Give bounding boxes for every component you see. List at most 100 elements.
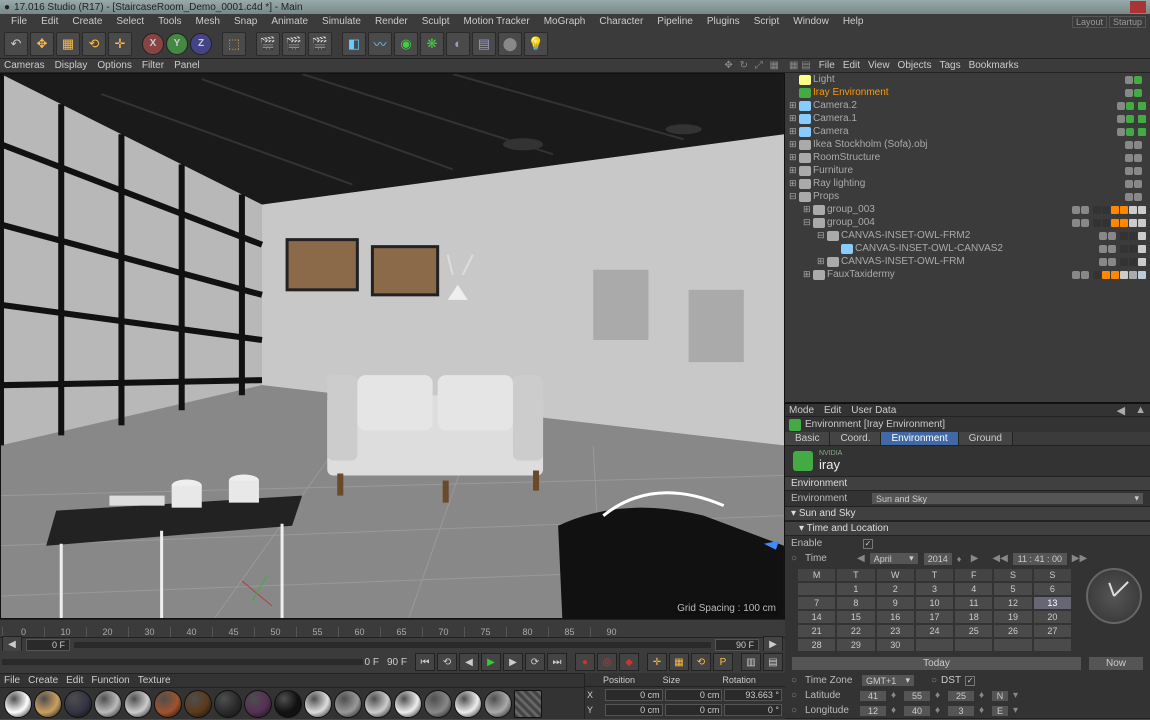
cal-day[interactable]: 17 (915, 610, 954, 624)
cal-day[interactable]: 7 (797, 596, 836, 610)
step-fwd-icon[interactable]: ⟳ (525, 653, 545, 671)
tag-icon[interactable] (1102, 271, 1110, 279)
cal-day[interactable]: 15 (836, 610, 875, 624)
render-view-icon[interactable]: 🎬 (256, 32, 280, 56)
object-name[interactable]: Light (813, 74, 1125, 85)
timeline-ruler[interactable]: 01020304045505560657075808590 (0, 619, 785, 637)
expand-icon[interactable]: ⊞ (789, 139, 799, 150)
coord-system-icon[interactable]: ⬚ (222, 32, 246, 56)
menu-file[interactable]: File (4, 16, 34, 27)
lon-min[interactable]: 40 (903, 705, 931, 717)
tag-icon[interactable] (1120, 258, 1128, 266)
dst-checkbox[interactable]: ✓ (965, 676, 975, 686)
layout-label[interactable]: Layout (1072, 16, 1107, 28)
lat-dir[interactable]: N (991, 690, 1009, 702)
playback-scrub[interactable] (2, 659, 363, 665)
undo-icon[interactable]: ↶ (4, 32, 28, 56)
cal-day[interactable]: 3 (915, 582, 954, 596)
visibility-dot[interactable] (1126, 128, 1134, 136)
expand-icon[interactable]: ⊞ (817, 256, 827, 267)
vp-filter[interactable]: Filter (142, 60, 164, 71)
time-field[interactable]: 11 : 41 : 00 (1012, 552, 1068, 566)
lat-sec[interactable]: 25 (947, 690, 975, 702)
expand-icon[interactable]: ⊞ (803, 269, 813, 280)
opt6-icon[interactable]: ▤ (763, 653, 783, 671)
cube-primitive-icon[interactable]: ◧ (342, 32, 366, 56)
tag-icon[interactable] (1129, 245, 1137, 253)
menu-render[interactable]: Render (368, 16, 415, 27)
object-row[interactable]: ⊞group_003 (785, 203, 1150, 216)
vp-panel[interactable]: Panel (174, 60, 200, 71)
opt3-icon[interactable]: ⟲ (691, 653, 711, 671)
opt1-icon[interactable]: ✛ (647, 653, 667, 671)
cal-day[interactable]: 24 (915, 624, 954, 638)
tag-icon[interactable] (1138, 271, 1146, 279)
mat-file[interactable]: File (4, 675, 20, 686)
material-ball[interactable] (304, 690, 332, 718)
object-name[interactable]: group_004 (827, 217, 1072, 228)
tag-icon[interactable] (1111, 219, 1119, 227)
visibility-dot[interactable] (1125, 193, 1133, 201)
object-row[interactable]: Iray Environment (785, 86, 1150, 99)
expand-icon[interactable]: ⊞ (803, 204, 813, 215)
tag-icon[interactable] (1129, 258, 1137, 266)
expand-icon[interactable]: ⊞ (789, 165, 799, 176)
visibility-dot[interactable] (1108, 245, 1116, 253)
attr-tab[interactable]: Environment (881, 432, 958, 445)
om-icons[interactable]: ▦ ▤ (789, 60, 811, 71)
tag-icon[interactable] (1111, 271, 1119, 279)
cal-day[interactable]: 22 (836, 624, 875, 638)
cal-day[interactable]: 9 (876, 596, 915, 610)
cal-day[interactable]: 20 (1033, 610, 1072, 624)
visibility-dot[interactable] (1134, 154, 1142, 162)
coord-y-pos[interactable]: 0 cm (605, 704, 663, 716)
record-icon[interactable]: ● (575, 653, 595, 671)
lat-min[interactable]: 55 (903, 690, 931, 702)
material-ball[interactable] (4, 690, 32, 718)
tz-dropdown[interactable]: GMT+1▾ (861, 674, 915, 687)
visibility-dot[interactable] (1072, 206, 1080, 214)
axis-z-toggle[interactable]: Z (190, 33, 212, 55)
visibility-dot[interactable] (1125, 76, 1133, 84)
object-tree[interactable]: LightIray Environment⊞Camera.2⊞Camera.1⊞… (785, 73, 1150, 403)
om-objects[interactable]: Objects (898, 60, 932, 71)
move-tool-icon[interactable]: ▦ (56, 32, 80, 56)
visibility-dot[interactable] (1117, 102, 1125, 110)
visibility-dot[interactable] (1125, 89, 1133, 97)
material-hatch[interactable] (514, 690, 542, 718)
tag-icon[interactable] (1138, 115, 1146, 123)
material-ball[interactable] (34, 690, 62, 718)
visibility-dot[interactable] (1134, 193, 1142, 201)
keyframe-icon[interactable]: ◆ (619, 653, 639, 671)
material-ball[interactable] (124, 690, 152, 718)
visibility-dot[interactable] (1081, 271, 1089, 279)
visibility-dot[interactable] (1126, 102, 1134, 110)
material-ball[interactable] (394, 690, 422, 718)
expand-icon[interactable]: ⊞ (789, 100, 799, 111)
cal-day[interactable]: 16 (876, 610, 915, 624)
mat-texture[interactable]: Texture (138, 675, 171, 686)
material-ball[interactable] (334, 690, 362, 718)
material-ball[interactable] (454, 690, 482, 718)
cal-day[interactable]: 6 (1033, 582, 1072, 596)
tag-icon[interactable] (1093, 206, 1101, 214)
year-spin[interactable]: ♦ (957, 554, 967, 564)
coord-x-size[interactable]: 0 cm (665, 689, 723, 701)
vp-cameras[interactable]: Cameras (4, 60, 45, 71)
today-button[interactable]: Today (791, 656, 1082, 671)
mat-create[interactable]: Create (28, 675, 58, 686)
timeloc-section[interactable]: ▾ Time and Location (785, 521, 1150, 536)
visibility-dot[interactable] (1099, 258, 1107, 266)
tag-icon[interactable] (1093, 219, 1101, 227)
visibility-dot[interactable] (1072, 271, 1080, 279)
clock[interactable] (1086, 568, 1142, 624)
environment-icon[interactable]: ◐ (446, 32, 470, 56)
visibility-dot[interactable] (1081, 219, 1089, 227)
frame-current[interactable]: 0 F (365, 657, 379, 668)
tag-icon[interactable] (1111, 206, 1119, 214)
object-name[interactable]: Furniture (813, 165, 1125, 176)
month-dropdown[interactable]: April▾ (869, 552, 919, 565)
menu-plugins[interactable]: Plugins (700, 16, 747, 27)
frame-end-field[interactable]: 90 F (715, 639, 759, 651)
spline-icon[interactable]: 〰 (368, 32, 392, 56)
